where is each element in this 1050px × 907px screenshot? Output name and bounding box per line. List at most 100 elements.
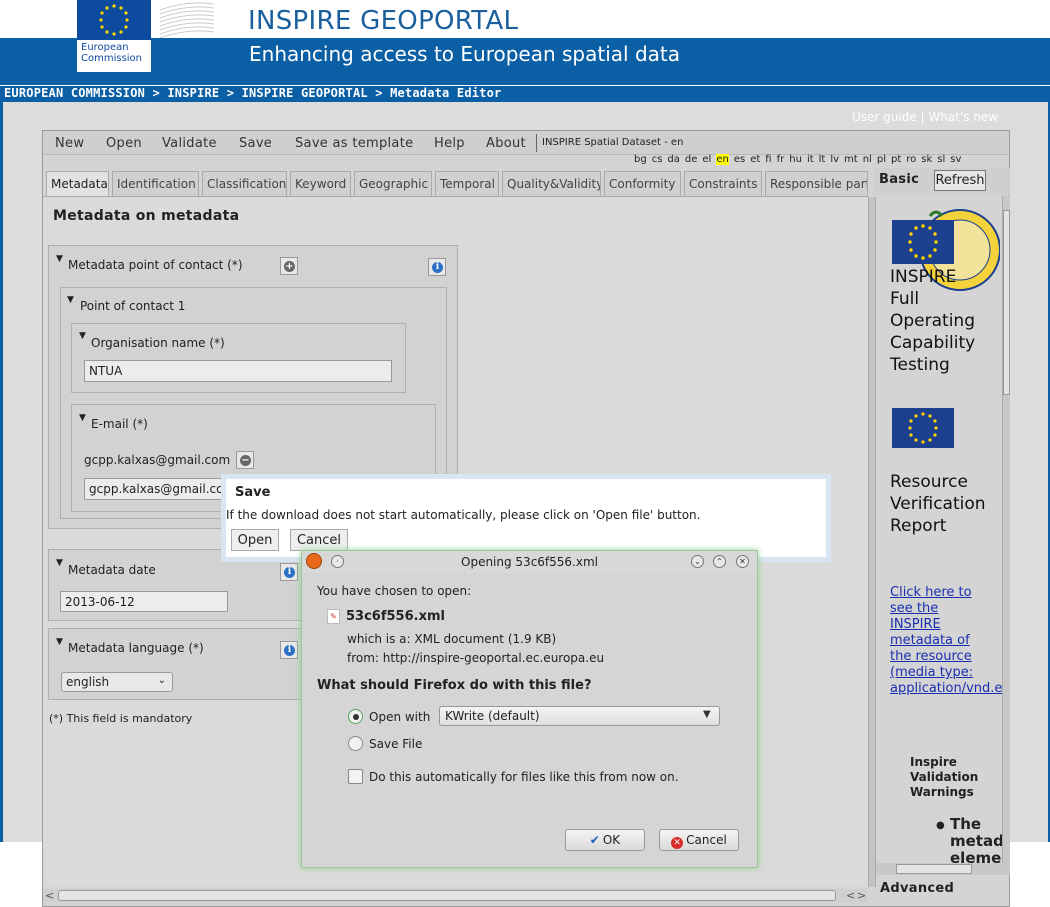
scroll-left-icon[interactable]: < (45, 889, 54, 902)
advanced-label[interactable]: Advanced (880, 881, 954, 896)
close-icon[interactable]: ✕ (736, 555, 749, 568)
info-icon: i (284, 645, 295, 656)
panel-splitter[interactable] (868, 197, 876, 887)
lang-pl[interactable]: pl (877, 154, 886, 165)
lang-sv[interactable]: sv (950, 154, 961, 165)
lang-et[interactable]: et (750, 154, 760, 165)
scroll-right-icon[interactable]: > (857, 889, 866, 902)
tab-temporal[interactable]: Temporal (435, 171, 499, 196)
info-icon: i (284, 567, 295, 578)
menu-help[interactable]: Help (434, 136, 465, 151)
language-selector: bg cs da de el en es et fi fr hu it lt lv mt nl pl pt ro sk… (634, 154, 966, 165)
dialog-question: What should Firefox do with this file? (317, 678, 592, 693)
menu-save[interactable]: Save (239, 136, 272, 151)
lang-sl[interactable]: sl (937, 154, 945, 165)
chevron-down-icon: ▼ (703, 709, 711, 720)
date-info-button[interactable]: i (280, 563, 298, 581)
lang-fi[interactable]: fi (765, 154, 771, 165)
lang-es[interactable]: es (734, 154, 745, 165)
lang-da[interactable]: da (667, 154, 679, 165)
breadcrumb[interactable]: EUROPEAN COMMISSION > INSPIRE > INSPIRE … (4, 86, 501, 100)
validation-panel: INSPIRE Full Operating Capability Testin… (876, 196, 1002, 864)
tab-identification[interactable]: Identification (112, 171, 199, 196)
save-modal-message: If the download does not start automatic… (226, 508, 701, 522)
tab-classification[interactable]: Classification (202, 171, 287, 196)
lang-lv[interactable]: lv (830, 154, 839, 165)
ok-button[interactable]: ✔ OK (565, 829, 645, 851)
site-title: INSPIRE GEOPORTAL (248, 6, 519, 36)
tab-constraints[interactable]: Constraints (684, 171, 762, 196)
lang-el[interactable]: el (702, 154, 711, 165)
auto-checkbox[interactable] (348, 769, 363, 784)
validation-hscroll-thumb[interactable] (896, 864, 972, 874)
contact-info-button[interactable]: i (428, 258, 446, 276)
menu-save-as-template[interactable]: Save as template (295, 136, 413, 151)
save-file-radio[interactable] (348, 736, 363, 751)
collapse-triangle-icon[interactable]: ▼ (79, 331, 86, 341)
validation-vscroll-thumb[interactable] (1003, 210, 1010, 395)
email-label: E-mail (*) (91, 417, 148, 431)
lang-ro[interactable]: ro (906, 154, 916, 165)
save-cancel-button[interactable]: Cancel (290, 529, 348, 551)
date-input[interactable]: 2013-06-12 (60, 591, 228, 612)
plus-icon: + (284, 261, 295, 272)
lang-nl[interactable]: nl (863, 154, 872, 165)
checkmark-icon: ✔ (589, 833, 600, 847)
menu-validate[interactable]: Validate (162, 136, 217, 151)
lang-hu[interactable]: hu (789, 154, 802, 165)
collapse-triangle-icon[interactable]: ▼ (67, 295, 74, 305)
lang-cs[interactable]: cs (652, 154, 663, 165)
open-with-radio[interactable] (348, 709, 363, 724)
file-source: from: http://inspire-geoportal.ec.europa… (347, 651, 605, 665)
scroll-left-icon[interactable]: < (846, 889, 855, 902)
remove-email-button[interactable]: − (236, 451, 254, 469)
lang-mt[interactable]: mt (844, 154, 858, 165)
tab-conformity[interactable]: Conformity (604, 171, 681, 196)
minus-icon: − (240, 455, 251, 466)
save-file-label[interactable]: Save File (369, 737, 422, 751)
add-contact-button[interactable]: + (280, 257, 298, 275)
email-input[interactable]: gcpp.kalxas@gmail.com (84, 478, 234, 500)
site-subtitle: Enhancing access to European spatial dat… (249, 42, 680, 66)
tab-responsible-party[interactable]: Responsible party (765, 171, 868, 196)
menu-open[interactable]: Open (106, 136, 142, 151)
collapse-triangle-icon[interactable]: ▼ (56, 637, 63, 647)
minimize-icon[interactable]: ⌄ (691, 555, 704, 568)
xml-file-icon: ✎ (327, 609, 340, 624)
ec-logo-text: European Commission (81, 42, 143, 64)
editor-hscroll-thumb[interactable] (58, 890, 836, 901)
lang-bg[interactable]: bg (634, 154, 647, 165)
tab-quality-validity[interactable]: Quality&Validity (502, 171, 601, 196)
maximize-icon[interactable]: ⌃ (713, 555, 726, 568)
lang-pt[interactable]: pt (891, 154, 901, 165)
auto-label[interactable]: Do this automatically for files like thi… (369, 770, 679, 784)
refresh-button[interactable]: Refresh (934, 170, 986, 191)
collapse-triangle-icon[interactable]: ▼ (79, 413, 86, 423)
menu-about[interactable]: About (486, 136, 526, 151)
date-label: Metadata date (68, 563, 156, 577)
menu-new[interactable]: New (55, 136, 84, 151)
collapse-triangle-icon[interactable]: ▼ (56, 254, 63, 264)
lang-lt[interactable]: lt (819, 154, 826, 165)
open-file-button[interactable]: Open (231, 529, 279, 551)
language-select[interactable]: english ⌄ (61, 672, 173, 692)
cancel-button[interactable]: ✕ Cancel (659, 829, 739, 851)
top-nav-links[interactable]: User guide | What's new (852, 110, 998, 124)
lang-it[interactable]: it (807, 154, 814, 165)
tab-keyword[interactable]: Keyword (290, 171, 351, 196)
tab-geographic[interactable]: Geographic (354, 171, 432, 196)
organisation-input[interactable]: NTUA (84, 360, 392, 382)
lang-en[interactable]: en (716, 154, 729, 165)
language-info-button[interactable]: i (280, 641, 298, 659)
open-with-label[interactable]: Open with (369, 710, 430, 724)
lang-de[interactable]: de (685, 154, 698, 165)
metadata-link[interactable]: Click here to see the INSPIRE metadata o… (890, 585, 1002, 697)
application-select[interactable]: KWrite (default) (439, 706, 720, 726)
lang-sk[interactable]: sk (921, 154, 932, 165)
bullet-icon: ● (936, 820, 945, 831)
mandatory-note: (*) This field is mandatory (49, 712, 193, 725)
collapse-triangle-icon[interactable]: ▼ (56, 558, 63, 568)
basic-label: Basic (879, 172, 920, 187)
tab-metadata[interactable]: Metadata (46, 171, 109, 197)
lang-fr[interactable]: fr (777, 154, 785, 165)
